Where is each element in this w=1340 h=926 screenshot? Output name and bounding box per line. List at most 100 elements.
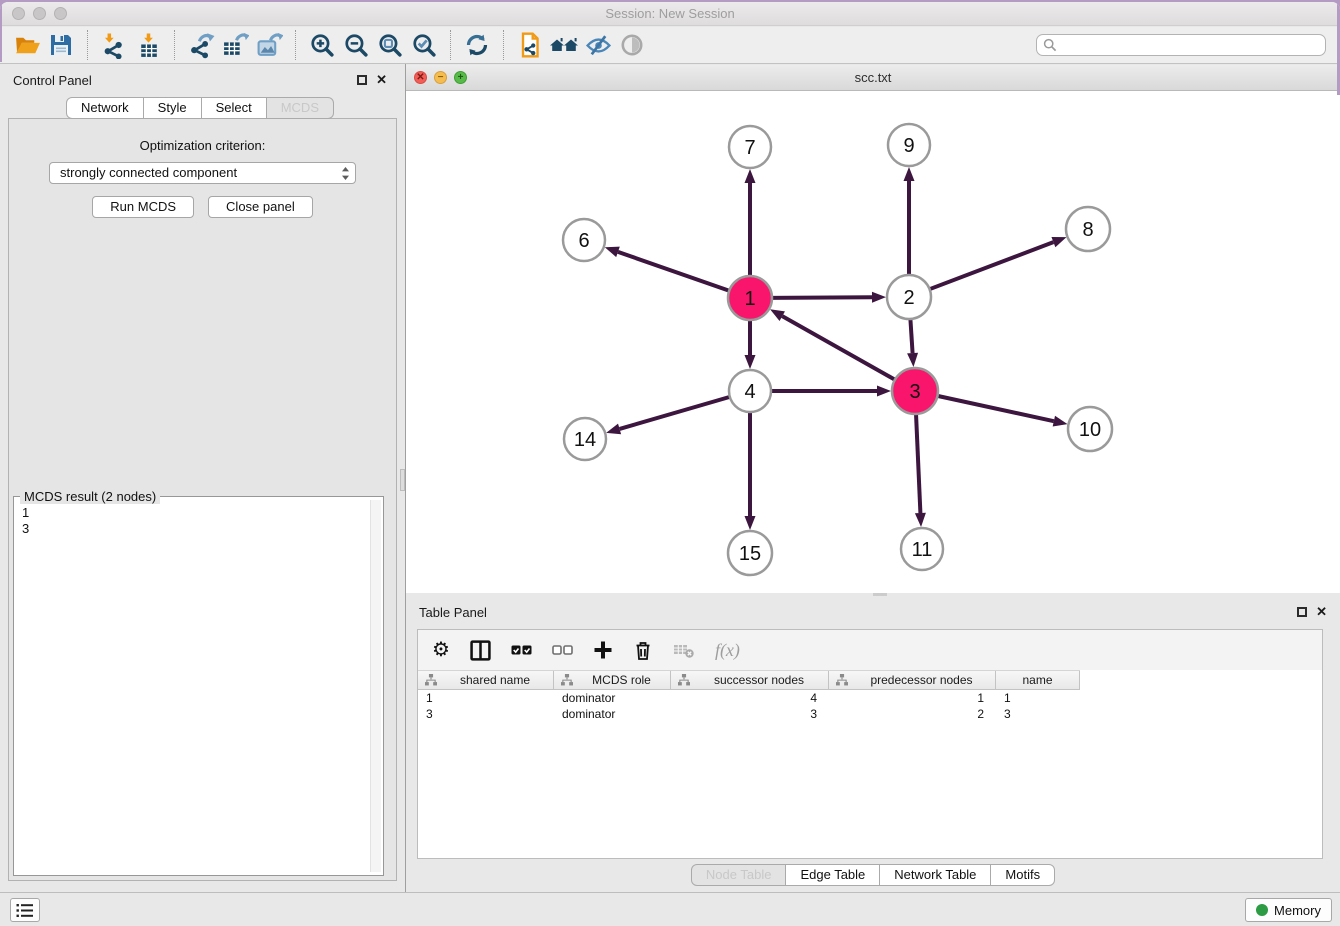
task-list-icon [16, 903, 34, 918]
deselect-all-icon[interactable] [552, 637, 573, 663]
tab-mcds[interactable]: MCDS [266, 97, 334, 119]
graph-node-label: 8 [1082, 219, 1093, 241]
splitter-grip[interactable] [400, 469, 405, 491]
minimize-network-button[interactable]: − [434, 71, 447, 84]
zoom-out-icon[interactable] [339, 29, 373, 61]
export-image-icon[interactable] [252, 29, 286, 61]
tab-edge-table[interactable]: Edge Table [785, 864, 880, 886]
table-settings-icon[interactable]: ⚙ [432, 637, 450, 663]
float-table-panel-icon[interactable] [1297, 607, 1307, 617]
hierarchy-icon [561, 674, 573, 686]
memory-button[interactable]: Memory [1245, 898, 1332, 922]
edge-2-8[interactable] [930, 242, 1054, 289]
edge-arrowhead [606, 424, 621, 435]
column-visibility-icon[interactable] [470, 637, 491, 663]
zoom-fit-icon[interactable] [373, 29, 407, 61]
close-panel-icon[interactable]: ✕ [376, 73, 387, 86]
refresh-layout-icon[interactable] [460, 29, 494, 61]
table-cell[interactable]: dominator [554, 691, 671, 705]
tab-motifs[interactable]: Motifs [990, 864, 1055, 886]
close-network-button[interactable]: ✕ [414, 71, 427, 84]
export-network-icon[interactable] [184, 29, 218, 61]
import-network-icon[interactable] [97, 29, 131, 61]
result-scrollbar[interactable] [370, 500, 381, 872]
zoom-in-icon[interactable] [305, 29, 339, 61]
hierarchy-icon [836, 674, 848, 686]
edge-4-14[interactable] [620, 397, 730, 429]
network-window-title: scc.txt [406, 65, 1340, 90]
task-list-button[interactable] [10, 898, 40, 922]
close-panel-button[interactable]: Close panel [208, 196, 313, 218]
table-cell[interactable]: 3 [671, 707, 829, 721]
tab-network-table[interactable]: Network Table [879, 864, 991, 886]
edge-3-11[interactable] [916, 414, 920, 513]
import-table-icon[interactable] [131, 29, 165, 61]
table-cell[interactable]: 1 [829, 691, 996, 705]
toolbar-separator [503, 30, 504, 60]
table-cell[interactable]: 3 [418, 707, 554, 721]
run-mcds-button[interactable]: Run MCDS [92, 196, 194, 218]
close-window-button[interactable] [12, 7, 25, 20]
function-builder-icon[interactable]: f(x) [715, 637, 740, 663]
tab-select[interactable]: Select [201, 97, 267, 119]
graph-node-label: 14 [574, 429, 596, 451]
export-table-icon[interactable] [218, 29, 252, 61]
column-header-name[interactable]: name [996, 671, 1080, 689]
control-panel-header: Control Panel ✕ [0, 64, 400, 97]
toolbar-separator [295, 30, 296, 60]
home-icon[interactable] [547, 29, 581, 61]
edge-3-10[interactable] [937, 396, 1053, 421]
maximize-window-button[interactable] [54, 7, 67, 20]
maximize-network-button[interactable]: + [454, 71, 467, 84]
table-cell[interactable]: 2 [829, 707, 996, 721]
graph-node-label: 15 [739, 543, 761, 565]
show-eye-icon[interactable] [615, 29, 649, 61]
table-row[interactable]: 3dominator323 [418, 706, 1322, 722]
edge-1-2[interactable] [772, 297, 872, 298]
graph-node-label: 3 [909, 381, 920, 403]
hierarchy-icon [425, 674, 437, 686]
search-input[interactable] [1036, 34, 1326, 56]
edge-arrowhead [915, 513, 926, 527]
edge-arrowhead [877, 386, 891, 397]
main-area: Control Panel ✕ NetworkStyleSelectMCDS O… [0, 64, 1340, 892]
minimize-window-button[interactable] [33, 7, 46, 20]
main-toolbar [0, 27, 1340, 64]
delete-row-icon[interactable] [633, 637, 653, 663]
edge-1-6[interactable] [618, 252, 729, 291]
hide-eye-icon[interactable] [581, 29, 615, 61]
column-header-successor-nodes[interactable]: successor nodes [671, 671, 829, 689]
table-cell[interactable]: 4 [671, 691, 829, 705]
add-row-icon[interactable] [593, 637, 613, 663]
table-cell[interactable]: 3 [996, 707, 1080, 721]
column-header-shared-name[interactable]: shared name [418, 671, 554, 689]
tab-network[interactable]: Network [66, 97, 144, 119]
tab-node-table[interactable]: Node Table [691, 864, 787, 886]
network-graph[interactable]: 7968124314101511 [406, 91, 1340, 593]
criterion-select[interactable]: strongly connected component [49, 162, 356, 184]
close-table-panel-icon[interactable]: ✕ [1316, 605, 1327, 618]
delete-table-icon[interactable] [673, 637, 695, 663]
node-table: shared nameMCDS rolesuccessor nodesprede… [418, 670, 1322, 858]
column-header-MCDS-role[interactable]: MCDS role [554, 671, 671, 689]
save-session-icon[interactable] [44, 29, 78, 61]
edge-3-1[interactable] [782, 316, 895, 380]
open-session-icon[interactable] [10, 29, 44, 61]
zoom-selected-icon[interactable] [407, 29, 441, 61]
edge-arrowhead [907, 353, 918, 367]
network-canvas[interactable]: 7968124314101511 [406, 91, 1340, 593]
table-cell[interactable]: 1 [418, 691, 554, 705]
edge-arrowhead [745, 355, 756, 369]
edge-2-3[interactable] [910, 319, 912, 353]
network-from-file-icon[interactable] [513, 29, 547, 61]
tab-style[interactable]: Style [143, 97, 202, 119]
float-panel-icon[interactable] [357, 75, 367, 85]
graph-node-label: 7 [744, 137, 755, 159]
table-cell[interactable]: dominator [554, 707, 671, 721]
table-row[interactable]: 1dominator411 [418, 690, 1322, 706]
status-bar: Memory [0, 892, 1340, 926]
select-all-icon[interactable] [511, 637, 532, 663]
table-cell[interactable]: 1 [996, 691, 1080, 705]
column-header-predecessor-nodes[interactable]: predecessor nodes [829, 671, 996, 689]
network-window: ✕ − + scc.txt 7968124314101511 [406, 65, 1340, 593]
